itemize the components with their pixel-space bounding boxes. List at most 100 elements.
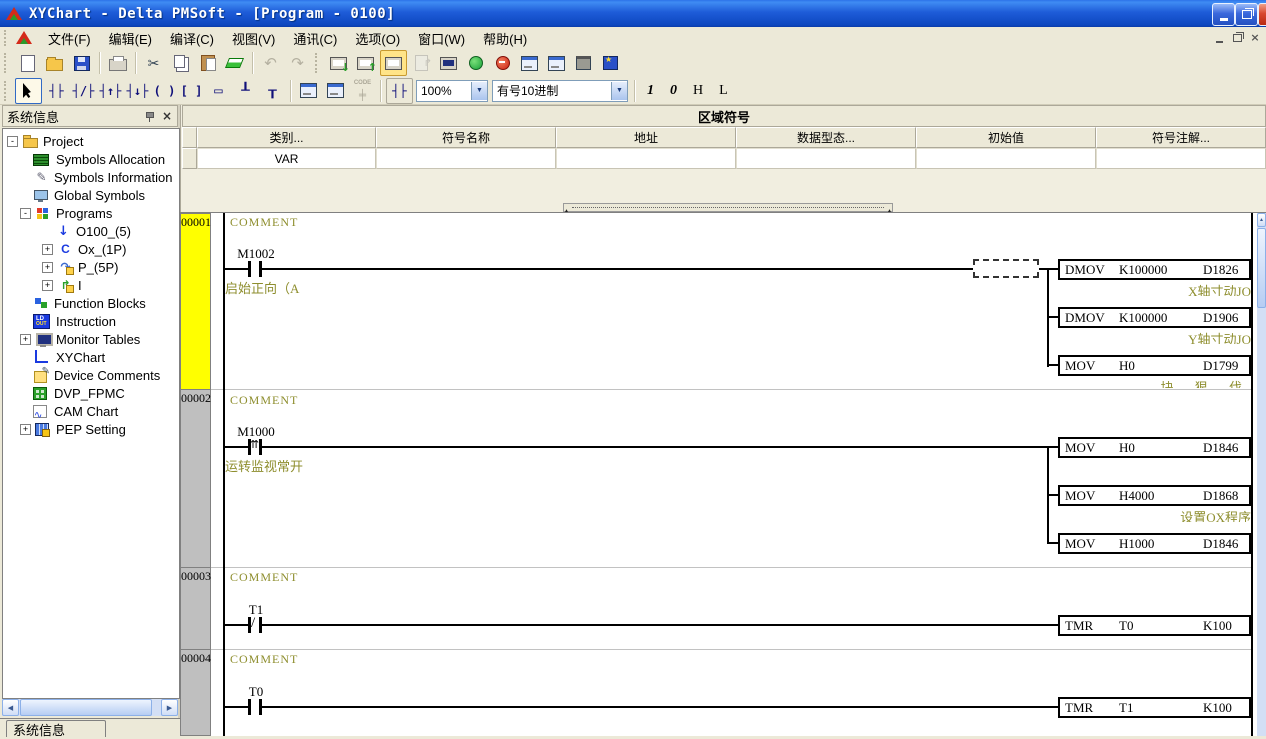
menu-options[interactable]: 选项(O) <box>346 26 409 51</box>
tree-item-programs[interactable]: Programs <box>3 204 180 222</box>
instruction-box[interactable]: MOV H0 D1799 <box>1058 355 1251 376</box>
online-edit-button[interactable] <box>380 50 407 76</box>
rung-output-down-tool-button[interactable] <box>260 79 285 103</box>
instruction-box[interactable]: MOV H1000 D1846 <box>1058 533 1251 554</box>
restore-button[interactable] <box>1235 3 1258 26</box>
scroll-right-button[interactable]: ▶ <box>161 699 178 716</box>
cell-data-type[interactable] <box>736 148 916 169</box>
instruction-box[interactable]: DMOV K100000 D1906 <box>1058 307 1251 328</box>
instruction-box[interactable]: MOV H0 D1846 <box>1058 437 1251 458</box>
cut-button[interactable] <box>141 51 166 75</box>
expand-icon[interactable] <box>42 280 53 291</box>
contact-rising-tool-button[interactable] <box>98 79 123 103</box>
instruction-box[interactable]: DMOV K100000 D1826 <box>1058 259 1251 280</box>
expand-icon[interactable] <box>42 244 53 255</box>
minimize-button[interactable] <box>1212 3 1235 26</box>
tree-item-dvp-fpmc[interactable]: DVP_FPMC <box>3 384 180 402</box>
scroll-thumb[interactable] <box>1257 228 1266 308</box>
cell-category[interactable]: VAR <box>197 148 376 169</box>
simulator-button[interactable] <box>571 51 596 75</box>
monitor-button[interactable] <box>436 51 461 75</box>
coil-tool-button[interactable] <box>152 79 177 103</box>
col-header-symbol-comment[interactable]: 符号注解... <box>1096 127 1266 148</box>
select-tool-button[interactable] <box>15 78 42 104</box>
menu-communication[interactable]: 通讯(C) <box>284 26 346 51</box>
dropdown-arrow-icon[interactable] <box>471 82 487 100</box>
cell-symbol-name[interactable] <box>376 148 556 169</box>
mdi-restore-button[interactable] <box>1230 31 1244 44</box>
instruction-box[interactable]: TMR T0 K100 <box>1058 615 1251 636</box>
rung-number-4[interactable]: 00004 <box>180 649 211 736</box>
collapse-icon[interactable] <box>7 136 18 147</box>
mdi-close-button[interactable] <box>1248 31 1262 44</box>
ladder-editor[interactable]: 00001 00002 00003 00004 COMMENT M1002 启始… <box>180 212 1266 736</box>
table-collapse-bar[interactable] <box>563 203 893 212</box>
instruction-box[interactable]: TMR T1 K100 <box>1058 697 1251 718</box>
rung4-contact-label[interactable]: T0 <box>232 684 280 700</box>
rung2-comment[interactable]: COMMENT <box>230 393 298 408</box>
zoom-combo[interactable]: 100% <box>416 80 488 102</box>
stop-button[interactable] <box>490 51 515 75</box>
rung1-contact-label[interactable]: M1002 <box>232 246 280 262</box>
new-button[interactable] <box>15 51 40 75</box>
scroll-thumb[interactable] <box>20 699 152 716</box>
mdi-minimize-button[interactable] <box>1212 31 1226 44</box>
ladder-display-button[interactable] <box>386 78 413 104</box>
tree-hscrollbar[interactable]: ◀ ▶ <box>2 699 178 716</box>
download-to-plc-button[interactable] <box>326 51 351 75</box>
rung-output-up-tool-button[interactable] <box>233 79 258 103</box>
expand-icon[interactable] <box>20 334 31 345</box>
expand-icon[interactable] <box>42 262 53 273</box>
rung3-comment[interactable]: COMMENT <box>230 570 298 585</box>
expand-icon[interactable] <box>20 424 31 435</box>
bracket-tool-button[interactable] <box>179 79 204 103</box>
pin-icon[interactable] <box>144 111 155 122</box>
tree-item-ox[interactable]: Ox_(1P) <box>3 240 180 258</box>
tree-item-function-blocks[interactable]: Function Blocks <box>3 294 180 312</box>
cell-address[interactable] <box>556 148 736 169</box>
rung-number-2[interactable]: 00002 <box>180 389 211 568</box>
upload-from-plc-button[interactable] <box>353 51 378 75</box>
force-high-button[interactable]: H <box>693 83 703 99</box>
run-button[interactable] <box>463 51 488 75</box>
menu-view[interactable]: 视图(V) <box>223 26 284 51</box>
contact-no-tool-button[interactable] <box>44 79 69 103</box>
cell-initial-value[interactable] <box>916 148 1096 169</box>
row-gutter-cell[interactable] <box>182 148 197 169</box>
print-button[interactable] <box>105 51 130 75</box>
cell-symbol-comment[interactable] <box>1096 148 1266 169</box>
close-button[interactable] <box>1258 3 1266 26</box>
menu-file[interactable]: 文件(F) <box>39 26 100 51</box>
application-instruction-tool-button[interactable] <box>206 79 231 103</box>
tree-item-cam-chart[interactable]: CAM Chart <box>3 402 180 420</box>
tree-item-instruction[interactable]: Instruction <box>3 312 180 330</box>
sidebar-close-icon[interactable] <box>161 110 173 122</box>
copy-button[interactable] <box>168 51 193 75</box>
open-button[interactable] <box>42 51 67 75</box>
menu-help[interactable]: 帮助(H) <box>474 26 536 51</box>
rung1-comment[interactable]: COMMENT <box>230 215 298 230</box>
instruction-box[interactable]: MOV H4000 D1868 <box>1058 485 1251 506</box>
tree-item-monitor-tables[interactable]: Monitor Tables <box>3 330 180 348</box>
menu-compile[interactable]: 编译(C) <box>161 26 223 51</box>
col-header-category[interactable]: 类别... <box>197 127 376 148</box>
rung-number-3[interactable]: 00003 <box>180 567 211 650</box>
system-info-tab[interactable]: 系统信息 <box>6 720 106 737</box>
force-low-button[interactable]: L <box>719 83 728 99</box>
save-button[interactable] <box>69 51 94 75</box>
dropdown-arrow-icon[interactable] <box>611 82 627 100</box>
tree-item-symbols-allocation[interactable]: Symbols Allocation <box>3 150 180 168</box>
col-header-address[interactable]: 地址 <box>556 127 736 148</box>
contact-falling-tool-button[interactable] <box>125 79 150 103</box>
erase-button[interactable] <box>222 51 247 75</box>
col-header-initial-value[interactable]: 初始值 <box>916 127 1096 148</box>
radix-combo[interactable]: 有号10进制 <box>492 80 628 102</box>
tree-item-device-comments[interactable]: Device Comments <box>3 366 180 384</box>
tree-item-symbols-information[interactable]: Symbols Information <box>3 168 180 186</box>
compile-instruction-button[interactable] <box>323 79 348 103</box>
ladder-vscrollbar[interactable]: ▲ <box>1257 213 1266 736</box>
contact-nc-tool-button[interactable] <box>71 79 96 103</box>
tree-item-i[interactable]: I <box>3 276 180 294</box>
force-on-button[interactable]: 1 <box>647 83 654 99</box>
menu-edit[interactable]: 编辑(E) <box>100 26 161 51</box>
